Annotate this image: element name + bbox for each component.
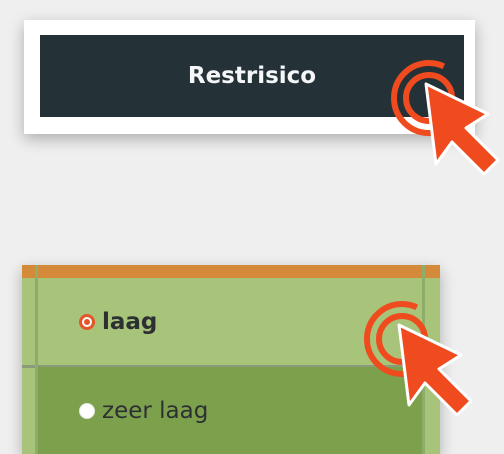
- restrisico-card: Restrisico: [24, 20, 475, 134]
- option-label-laag: laag: [102, 308, 158, 335]
- header-strip: [22, 265, 440, 278]
- radio-selected-icon[interactable]: [79, 313, 95, 330]
- option-label-zeer-laag: zeer laag: [102, 397, 209, 424]
- radio-unselected-icon[interactable]: [79, 402, 95, 419]
- option-row-zeer-laag[interactable]: zeer laag: [38, 367, 422, 454]
- risk-options-panel: laag zeer laag: [22, 265, 440, 454]
- column-divider-left: [35, 265, 38, 454]
- option-row-laag[interactable]: laag: [38, 278, 422, 365]
- restrisico-button[interactable]: Restrisico: [40, 35, 464, 117]
- column-divider-right: [422, 265, 425, 454]
